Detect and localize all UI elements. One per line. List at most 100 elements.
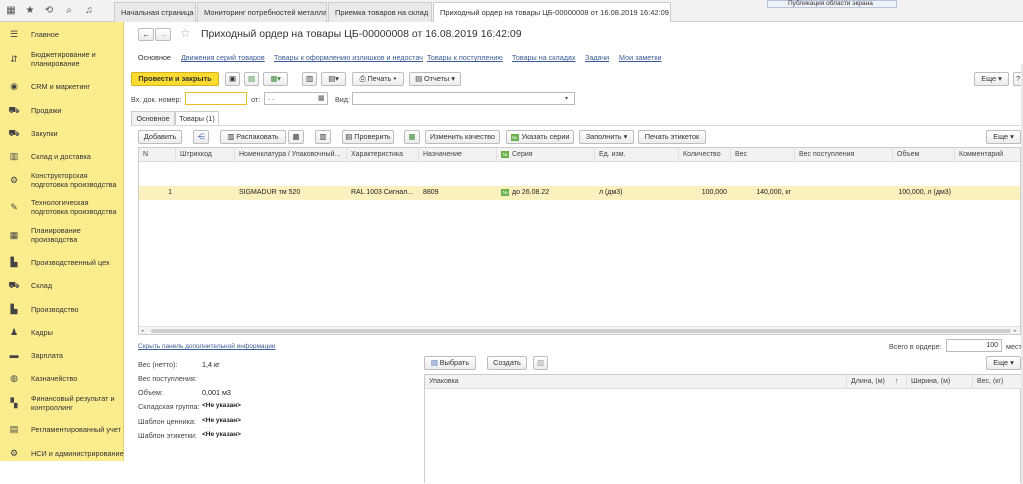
create-button[interactable]: Создать (487, 356, 527, 370)
excel-button[interactable]: ▦ (404, 130, 420, 144)
sidebar-item-planning[interactable]: ▦ Планирование производства (0, 225, 124, 245)
col-header-unit[interactable]: Ед. изм. (595, 148, 679, 162)
forward-button[interactable]: → (155, 28, 171, 41)
print-button[interactable]: ⎙ Печать ▾ (352, 72, 404, 86)
barcode-button[interactable]: ▥ (315, 130, 331, 144)
incoming-doc-number-input[interactable] (185, 92, 247, 105)
packing-more-button[interactable]: Еще ▾ (986, 356, 1021, 370)
scrollbar-thumb[interactable] (151, 329, 1011, 333)
col-header-packing[interactable]: Упаковка (425, 375, 847, 389)
bell-icon[interactable]: ♫ (81, 3, 97, 19)
nav-link-tasks[interactable]: Задачи (585, 53, 609, 62)
horizontal-scrollbar[interactable]: ◂ ▸ (139, 326, 1020, 334)
tab-label: Начальная страница (121, 8, 194, 17)
nav-link-notes[interactable]: Мои заметки (619, 53, 662, 62)
tab-main[interactable]: Основное (131, 111, 175, 125)
chevron-down-icon[interactable]: ▾ (565, 95, 568, 102)
nav-link-series-movements[interactable]: Движения серий товаров (181, 53, 265, 62)
sidebar-item-crm[interactable]: ◉ CRM и маркетинг (0, 78, 124, 94)
scroll-left-icon[interactable]: ◂ (141, 328, 144, 334)
detail-value-price-tag[interactable]: <Не указан> (202, 417, 241, 424)
sidebar-item-salary[interactable]: ▬ Зарплата (0, 347, 124, 363)
favorite-star-icon[interactable]: ☆ (180, 26, 191, 40)
detail-label-storage-group: Складская группа: (138, 402, 200, 411)
search-icon[interactable]: ⌕ (61, 3, 77, 19)
type-select[interactable] (352, 92, 575, 105)
check-button[interactable]: ▤ Проверить (342, 130, 394, 144)
hide-panel-link[interactable]: Скрыть панель дополнительной информации (138, 343, 276, 350)
nav-link-to-receive[interactable]: Товары к поступлению (427, 53, 503, 62)
select-icon: ▤ (430, 358, 438, 367)
sidebar-item-design-prep[interactable]: ⚙ Конструкторская подготовка производства (0, 170, 124, 190)
tab-monitoring[interactable]: Мониторинг потребностей металла✕ (197, 2, 327, 22)
tab-home[interactable]: Начальная страница (114, 2, 196, 22)
col-header-volume[interactable]: Объем (893, 148, 955, 162)
col-header-purpose[interactable]: Назначение (419, 148, 497, 162)
post-and-close-button[interactable]: Провести и закрыть (131, 72, 219, 86)
col-header-series[interactable]: № Серия (497, 148, 595, 162)
detail-value-label-template[interactable]: <Не указан> (202, 431, 241, 438)
add-button[interactable]: Добавить (138, 130, 182, 144)
type-label: Вид: (335, 95, 350, 104)
col-header-quantity[interactable]: Количество (679, 148, 731, 162)
sidebar-item-accounting[interactable]: ▤ Регламентированный учет (0, 421, 124, 437)
col-header-barcode[interactable]: Штрихкод (176, 148, 235, 162)
post-button[interactable]: ▤ (244, 72, 259, 86)
total-input[interactable]: 100 (946, 339, 1002, 352)
sidebar-item-warehouse[interactable]: ⛟ Склад (0, 277, 124, 293)
reports-button[interactable]: ▤ Отчеты ▾ (409, 72, 461, 86)
print-labels-button[interactable]: Печать этикеток (638, 130, 706, 144)
grid-menu-icon[interactable]: ▦ (3, 3, 19, 19)
fill-button[interactable]: Заполнить ▾ (579, 130, 634, 144)
sidebar-item-production[interactable]: ▙ Производство (0, 301, 124, 317)
table-row[interactable]: 1 SIGMADUR тм 520 RAL 1003 Сигнал... 880… (139, 186, 1020, 200)
col-header-weight[interactable]: Вес (731, 148, 795, 162)
sidebar-item-main[interactable]: ☰ Главное (0, 26, 124, 42)
unpack-button[interactable]: ▥ Распаковать (220, 130, 286, 144)
pack-button[interactable]: ▦ (288, 130, 304, 144)
tab-goods[interactable]: Товары (1) (175, 111, 219, 125)
col-header-length[interactable]: Длина, (м) (847, 375, 891, 389)
nav-link-in-warehouses[interactable]: Товары на складах (512, 53, 575, 62)
salary-icon: ▬ (9, 349, 19, 360)
sidebar-item-warehouse-delivery[interactable]: ▥ Склад и доставка (0, 148, 124, 164)
structure-button[interactable]: ▤▾ (321, 72, 346, 86)
more-button[interactable]: Еще ▾ (974, 72, 1009, 86)
select-button[interactable]: ▤ Выбрать (424, 356, 476, 370)
save-button[interactable]: ▣ (225, 72, 240, 86)
col-header-nomenclature[interactable]: Номенклатура / Упаковочный... (235, 148, 347, 162)
sidebar-item-hr[interactable]: ♟ Кадры (0, 324, 124, 340)
col-header-n[interactable]: N (139, 148, 176, 162)
sort-arrow-icon[interactable]: ↑ (891, 375, 907, 389)
back-button[interactable]: ← (138, 28, 154, 41)
sidebar-item-treasury[interactable]: ◍ Казначейство (0, 370, 124, 386)
tab-receipt-order[interactable]: Приходный ордер на товары ЦБ-00000008 от… (433, 2, 671, 22)
sidebar-item-workshop[interactable]: ▙ Производственный цех (0, 254, 124, 270)
col-header-characteristic[interactable]: Характеристика (347, 148, 419, 162)
sidebar-item-budget[interactable]: ⇵ Бюджетирование и планирование (0, 49, 124, 69)
detail-value-storage-group[interactable]: <Не указан> (202, 402, 241, 409)
create-based-on-button[interactable]: ▦▾ (263, 72, 288, 86)
sidebar-item-finance[interactable]: ▚ Финансовый результат и контроллинг (0, 393, 124, 413)
scroll-right-icon[interactable]: ▸ (1014, 328, 1017, 334)
nav-link-surplus-shortage[interactable]: Товары к оформлению излишков и недостач (274, 53, 423, 62)
copy-button[interactable]: ▥ (533, 356, 548, 370)
share-button[interactable]: ⋲ (193, 130, 209, 144)
journal-button[interactable]: ▥ (302, 72, 317, 86)
history-icon[interactable]: ⟲ (41, 3, 57, 19)
calendar-icon[interactable]: ▦ (318, 94, 325, 102)
change-quality-button[interactable]: Изменить качество (425, 130, 500, 144)
col-header-weight-in[interactable]: Вес поступления (795, 148, 893, 162)
tab-receiving[interactable]: Приемка товаров на склад✕ (328, 2, 432, 22)
goods-more-button[interactable]: Еще ▾ (986, 130, 1021, 144)
col-header-comment[interactable]: Комментарий (955, 148, 1020, 162)
sidebar-item-tech-prep[interactable]: ✎ Технологическая подготовка производства (0, 197, 124, 217)
sidebar-item-admin[interactable]: ⚙ НСИ и администрирование (0, 443, 124, 463)
sidebar-item-purchases[interactable]: ⛟ Закупки (0, 125, 124, 141)
specify-series-button[interactable]: № Указать серии (506, 130, 574, 144)
nav-link-main[interactable]: Основное (138, 53, 171, 62)
star-icon[interactable]: ★ (22, 3, 38, 19)
sidebar-item-sales[interactable]: ⛟ Продажи (0, 102, 124, 118)
col-header-weight-kg[interactable]: Вес, (кг) (973, 375, 1022, 389)
col-header-width[interactable]: Ширина, (м) (907, 375, 973, 389)
